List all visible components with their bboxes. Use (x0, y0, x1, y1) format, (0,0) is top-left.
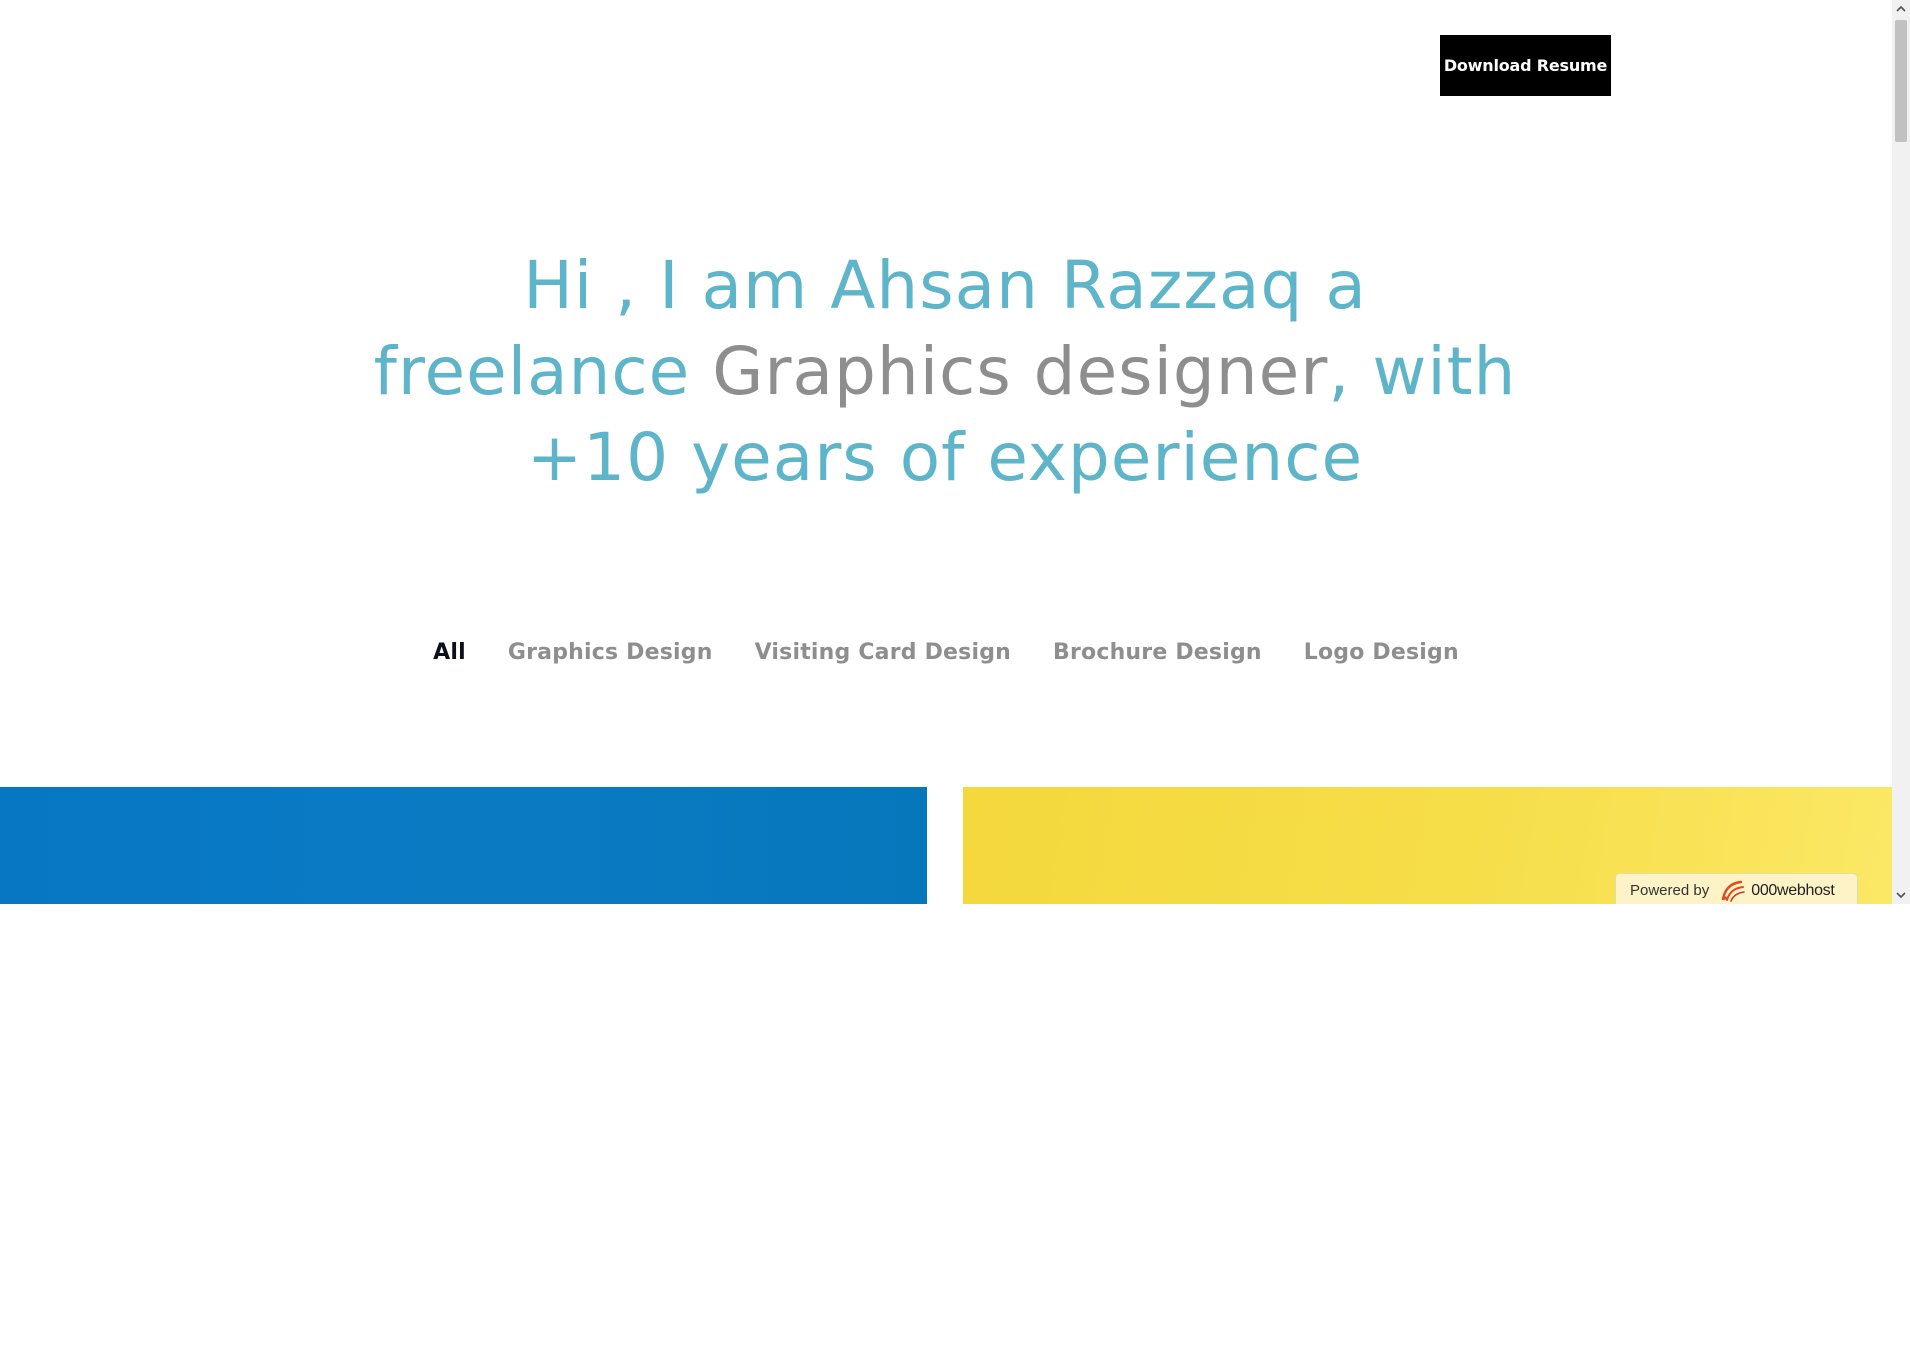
hero-line-1: Hi , I am Ahsan Razzaq a (523, 247, 1367, 324)
hero-line-2-end: , with (1328, 333, 1517, 410)
filter-graphics-design[interactable]: Graphics Design (508, 640, 713, 665)
filter-logo-design[interactable]: Logo Design (1304, 640, 1459, 665)
hero-line-3: +10 years of experience (526, 419, 1364, 496)
portfolio-filter-nav: All Graphics Design Visiting Card Design… (0, 640, 1892, 665)
vertical-scrollbar[interactable] (1892, 0, 1910, 904)
powered-by-label: Powered by (1630, 882, 1710, 899)
chevron-down-icon[interactable] (1892, 886, 1910, 904)
000webhost-brand: 000webhost (1751, 881, 1835, 899)
hero-heading: Hi , I am Ahsan Razzaq a freelance Graph… (340, 243, 1550, 501)
hero-line-2-start: freelance (373, 333, 713, 410)
scroll-thumb[interactable] (1895, 20, 1907, 142)
chevron-up-icon[interactable] (1892, 0, 1910, 18)
portfolio-card-blue[interactable] (0, 787, 927, 904)
download-resume-button[interactable]: Download Resume (1440, 35, 1611, 96)
hero-highlight: Graphics designer (712, 333, 1329, 410)
filter-visiting-card-design[interactable]: Visiting Card Design (755, 640, 1011, 665)
powered-by-badge[interactable]: Powered by 000webhost (1615, 873, 1858, 904)
000webhost-logo-icon (1719, 879, 1747, 903)
filter-brochure-design[interactable]: Brochure Design (1053, 640, 1262, 665)
page-viewport: Download Resume Hi , I am Ahsan Razzaq a… (0, 0, 1910, 904)
filter-all[interactable]: All (433, 640, 466, 665)
